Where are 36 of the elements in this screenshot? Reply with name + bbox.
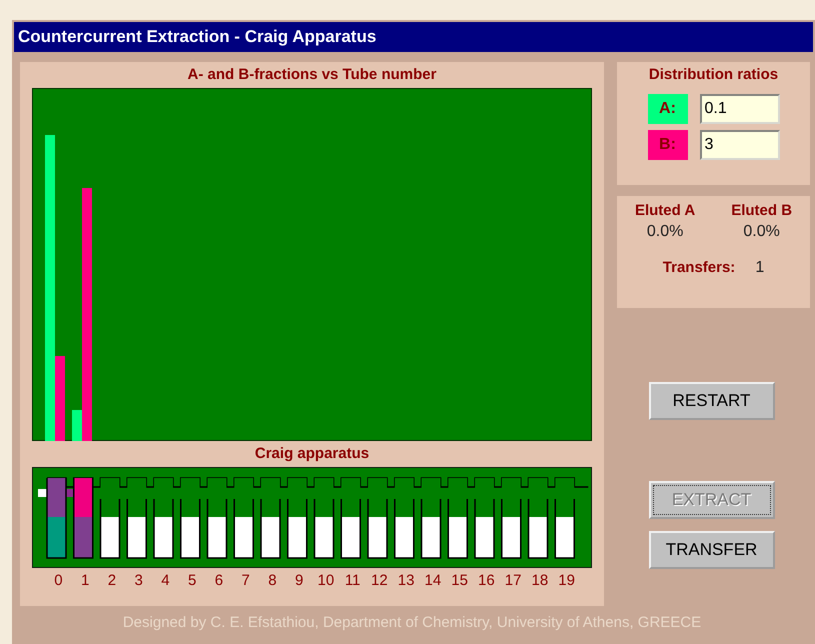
tube-number: 8	[267, 572, 278, 589]
tube-number: 1	[80, 572, 90, 589]
tube-number: 14	[424, 572, 442, 589]
tube-number: 17	[504, 572, 522, 589]
window-title: Countercurrent Extraction - Craig Apparatus	[14, 22, 813, 52]
distribution-title: Distribution ratios	[648, 65, 778, 85]
ratio-label: A:	[648, 94, 688, 124]
tube-number: 12	[370, 572, 389, 589]
tube-number: 6	[214, 572, 224, 589]
tube-number: 15	[450, 572, 469, 589]
tube-number: 7	[240, 572, 251, 589]
tube-number: 19	[557, 572, 576, 589]
tube-number: 2	[106, 572, 118, 589]
graph-title: A- and B-fractions vs Tube number	[188, 65, 436, 85]
tube-number: 4	[160, 572, 171, 589]
transfers-count: 1	[755, 259, 764, 277]
tube-number: 0	[53, 572, 64, 589]
ratio-field[interactable]: 3	[700, 130, 780, 160]
action-button[interactable]: TRANSFER	[648, 531, 774, 569]
tube-number: 9	[294, 572, 304, 589]
tube-number: 11	[344, 572, 362, 589]
tube-number: 3	[133, 572, 144, 589]
transfers-label: Transfers:	[662, 259, 736, 277]
apparatus-title: Craig apparatus	[254, 444, 370, 464]
ratio-label: B:	[648, 130, 688, 160]
eluted-value: 0.0%	[646, 223, 684, 241]
tube-number: 5	[186, 572, 198, 589]
tube-number: 10	[316, 572, 336, 589]
eluted-label: Eluted A	[634, 202, 696, 219]
ratio-field[interactable]: 0.1	[700, 94, 780, 124]
tube-number: 18	[530, 572, 550, 589]
action-button[interactable]: RESTART	[648, 382, 774, 420]
tube-number: 16	[477, 572, 496, 589]
eluted-value: 0.0%	[743, 223, 780, 241]
tube-number: 13	[396, 572, 416, 589]
eluted-label: Eluted B	[731, 202, 792, 219]
